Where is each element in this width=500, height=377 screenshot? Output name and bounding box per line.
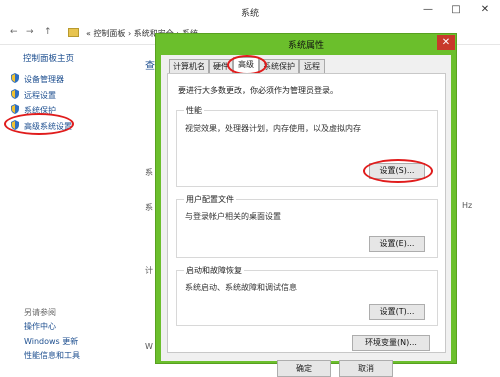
cancel-button[interactable]: 取消: [339, 360, 393, 377]
main-text-fragment: Hz: [462, 201, 473, 210]
control-panel-home-link[interactable]: 控制面板主页: [23, 52, 74, 64]
maximize-button[interactable]: □: [442, 0, 470, 20]
minimize-button[interactable]: —: [414, 0, 442, 20]
see-also-heading: 另请参阅: [24, 308, 56, 317]
system-properties-dialog: 系统属性 ✕ 计算机名 硬件 高级 系统保护 远程 要进行大多数更改，你必须作为…: [155, 33, 457, 377]
forward-icon[interactable]: →: [26, 27, 34, 37]
main-heading-fragment: 查: [145, 61, 155, 72]
action-center-link[interactable]: 操作中心: [24, 321, 56, 332]
performance-description: 视觉效果，处理器计划，内存使用，以及虚拟内存: [185, 124, 361, 133]
sidebar-item-remote-settings[interactable]: 远程设置: [24, 90, 56, 101]
sidebar-item-advanced-system-settings[interactable]: 高级系统设置: [24, 121, 72, 132]
ok-button[interactable]: 确定: [277, 360, 331, 377]
dialog-close-button[interactable]: ✕: [437, 35, 455, 50]
tab-computer-name[interactable]: 计算机名: [169, 59, 209, 73]
shield-icon: [10, 73, 20, 83]
startup-recovery-description: 系统启动、系统故障和调试信息: [185, 283, 297, 292]
sidebar-item-system-protection[interactable]: 系统保护: [24, 105, 56, 116]
user-profiles-settings-button[interactable]: 设置(E)...: [369, 236, 425, 252]
performance-settings-button[interactable]: 设置(S)...: [369, 163, 425, 179]
left-pane: 控制面板主页 设备管理器 远程设置 系统保护 高级系统设置 另请参阅 操作中心 …: [0, 45, 142, 364]
window-close-button[interactable]: ✕: [470, 0, 500, 20]
up-icon[interactable]: ↑: [44, 27, 52, 37]
performance-info-link[interactable]: 性能信息和工具: [24, 350, 80, 361]
user-profiles-legend: 用户配置文件: [184, 194, 236, 205]
back-icon[interactable]: ←: [10, 27, 18, 37]
startup-recovery-legend: 启动和故障恢复: [184, 265, 244, 276]
folder-icon: [68, 28, 79, 37]
dialog-body: 计算机名 硬件 高级 系统保护 远程 要进行大多数更改，你必须作为管理员登录。 …: [161, 55, 451, 377]
admin-note: 要进行大多数更改，你必须作为管理员登录。: [178, 86, 338, 95]
shield-icon: [10, 120, 20, 130]
tab-advanced[interactable]: 高级: [233, 57, 259, 74]
main-text-fragment: 系: [145, 168, 153, 177]
user-profiles-description: 与登录帐户相关的桌面设置: [185, 212, 281, 221]
startup-settings-button[interactable]: 设置(T)...: [369, 304, 425, 320]
windows-update-link[interactable]: Windows 更新: [24, 336, 78, 347]
performance-legend: 性能: [184, 105, 204, 116]
performance-group: 性能 视觉效果，处理器计划，内存使用，以及虚拟内存 设置(S)...: [176, 105, 438, 187]
shield-icon: [10, 104, 20, 114]
advanced-tab-panel: 要进行大多数更改，你必须作为管理员登录。 性能 视觉效果，处理器计划，内存使用，…: [167, 73, 446, 353]
dialog-title: 系统属性: [287, 41, 324, 51]
startup-recovery-group: 启动和故障恢复 系统启动、系统故障和调试信息 设置(T)...: [176, 265, 438, 326]
tab-hardware[interactable]: 硬件: [209, 59, 233, 73]
dialog-titlebar[interactable]: 系统属性 ✕: [156, 34, 456, 53]
shield-icon: [10, 89, 20, 99]
main-text-fragment: W: [145, 342, 153, 351]
main-text-fragment: 计: [145, 266, 153, 275]
user-profiles-group: 用户配置文件 与登录帐户相关的桌面设置 设置(E)...: [176, 194, 438, 258]
tab-system-protection[interactable]: 系统保护: [259, 59, 299, 73]
environment-variables-button[interactable]: 环境变量(N)...: [352, 335, 430, 351]
window-titlebar: 系统 — □ ✕: [0, 0, 500, 23]
tab-remote[interactable]: 远程: [299, 59, 325, 73]
main-text-fragment: 系: [145, 203, 153, 212]
sidebar-item-device-manager[interactable]: 设备管理器: [24, 74, 64, 85]
